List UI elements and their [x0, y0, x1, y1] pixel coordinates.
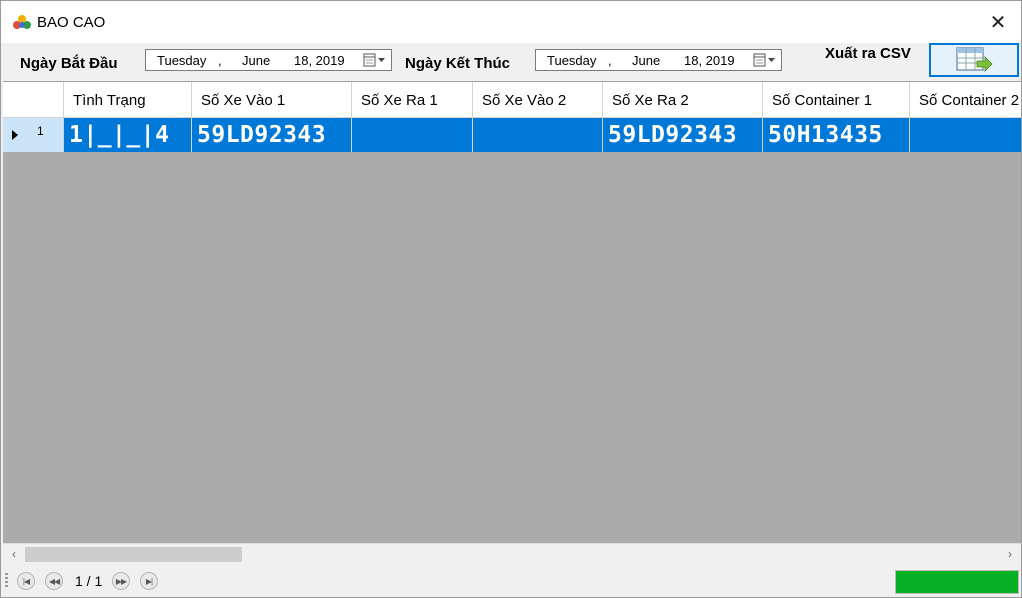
start-date-dayyear[interactable]: 18, 2019 [294, 53, 345, 68]
row-header-corner[interactable] [3, 82, 64, 118]
column-header-in-1[interactable]: Số Xe Vào 1 [192, 82, 352, 118]
end-date-label: Ngày Kết Thúc [405, 55, 511, 72]
current-row-arrow-icon [12, 130, 18, 140]
end-date-picker[interactable]: Tuesday , June 18, 2019 [535, 49, 782, 71]
last-page-button[interactable]: ▶| [140, 572, 158, 590]
cell-in-1[interactable]: 59LD92343 [192, 118, 352, 152]
report-window: BAO CAO ✕ Ngày Bắt Đầu Tuesday , June 18… [0, 0, 1022, 598]
end-date-dayyear[interactable]: 18, 2019 [684, 53, 735, 68]
start-date-label: Ngày Bắt Đầu [20, 55, 118, 72]
close-icon: ✕ [989, 11, 1007, 34]
calendar-dropdown-icon[interactable] [752, 52, 778, 68]
end-date-separator: , [608, 53, 612, 68]
spreadsheet-export-icon [956, 47, 993, 72]
window-title: BAO CAO [37, 14, 106, 31]
cell-out-2[interactable]: 59LD92343 [603, 118, 763, 152]
end-date-weekday[interactable]: Tuesday [547, 53, 596, 68]
start-date-separator: , [218, 53, 222, 68]
first-page-button[interactable]: |◀ [17, 572, 35, 590]
horizontal-scrollbar[interactable]: ‹ › [3, 543, 1021, 565]
column-header-container-2[interactable]: Số Container 2 [910, 82, 1021, 118]
app-icon [13, 15, 31, 29]
scroll-right-icon[interactable]: › [1003, 547, 1017, 561]
previous-page-button[interactable]: ◀◀ [45, 572, 63, 590]
previous-page-icon: ◀◀ [48, 576, 60, 586]
calendar-dropdown-icon[interactable] [362, 52, 388, 68]
column-header-out-2[interactable]: Số Xe Ra 2 [603, 82, 763, 118]
last-page-icon: ▶| [145, 576, 153, 586]
cell-status[interactable]: 1|_|_|4 [64, 118, 192, 152]
progress-fill [896, 571, 1018, 593]
column-header-status[interactable]: Tình Trạng [64, 82, 192, 118]
column-header-out-1[interactable]: Số Xe Ra 1 [352, 82, 473, 118]
column-header-in-2[interactable]: Số Xe Vào 2 [473, 82, 603, 118]
start-date-weekday[interactable]: Tuesday [157, 53, 206, 68]
progress-bar [895, 570, 1019, 594]
status-bar: |◀ ◀◀ 1 / 1 ▶▶ ▶| [1, 565, 1021, 597]
row-number: 1 [37, 124, 44, 138]
page-indicator: 1 / 1 [75, 573, 103, 589]
next-page-button[interactable]: ▶▶ [112, 572, 130, 590]
cell-out-1[interactable] [352, 118, 473, 152]
table-row[interactable]: 1 1|_|_|4 59LD92343 59LD92343 50H13435 [3, 118, 1021, 152]
start-date-picker[interactable]: Tuesday , June 18, 2019 [145, 49, 392, 71]
scrollbar-thumb[interactable] [25, 547, 242, 562]
cell-container-1[interactable]: 50H13435 [763, 118, 910, 152]
report-grid[interactable]: Tình Trạng Số Xe Vào 1 Số Xe Ra 1 Số Xe … [3, 81, 1021, 544]
row-header[interactable]: 1 [3, 118, 64, 152]
grip-handle-icon[interactable] [5, 573, 8, 589]
export-csv-label: Xuất ra CSV [825, 45, 911, 62]
cell-container-2[interactable] [910, 118, 1021, 152]
scroll-left-icon[interactable]: ‹ [7, 547, 21, 561]
cell-in-2[interactable] [473, 118, 603, 152]
column-header-container-1[interactable]: Số Container 1 [763, 82, 910, 118]
end-date-month[interactable]: June [632, 53, 660, 68]
title-bar: BAO CAO ✕ [1, 1, 1021, 43]
close-button[interactable]: ✕ [975, 1, 1021, 43]
start-date-month[interactable]: June [242, 53, 270, 68]
first-page-icon: |◀ [22, 576, 30, 586]
export-csv-button[interactable] [929, 43, 1019, 77]
grid-header: Tình Trạng Số Xe Vào 1 Số Xe Ra 1 Số Xe … [3, 82, 1021, 118]
toolbar: Ngày Bắt Đầu Tuesday , June 18, 2019 Ngà… [1, 43, 1021, 81]
next-page-icon: ▶▶ [115, 576, 127, 586]
